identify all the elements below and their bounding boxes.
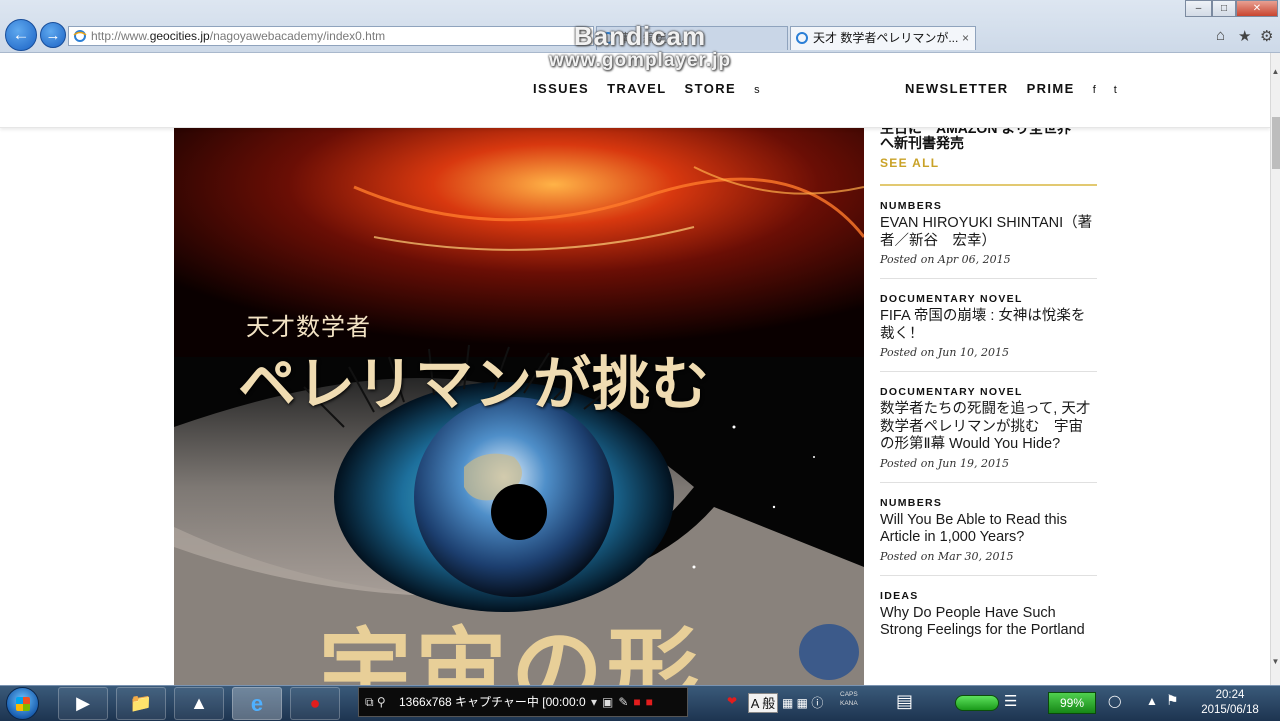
- sidebar-article[interactable]: DOCUMENTARY NOVEL 数学者たちの死闘を追って, 天才数学者ペレリ…: [880, 372, 1097, 483]
- network-icon[interactable]: ☰: [1004, 692, 1017, 710]
- promo-title-line2: へ新刊書発売: [880, 135, 964, 151]
- taskbar-internet-explorer[interactable]: e: [232, 687, 282, 720]
- ie-tab-icon: [602, 32, 614, 44]
- tab-editing[interactable]: 集・編集 - ...: [596, 26, 788, 50]
- article-category[interactable]: IDEAS: [880, 590, 1097, 602]
- tab-perelman[interactable]: 天才 数学者ペレリマンが... ×: [790, 26, 976, 50]
- alert-icon[interactable]: ❤: [727, 694, 737, 708]
- article-headline[interactable]: 数学者たちの死闘を追って, 天才数学者ペレリマンが挑む 宇宙の形第Ⅱ幕 Woul…: [880, 401, 1097, 454]
- sidebar-article[interactable]: IDEAS Why Do People Have Such Strong Fee…: [880, 576, 1097, 652]
- url-domain: geocities.jp: [149, 29, 210, 43]
- nav-issues[interactable]: ISSUES: [533, 81, 589, 96]
- clock-date: 2015/06/18: [1201, 704, 1259, 716]
- show-hidden-icons[interactable]: ▲: [1146, 694, 1158, 708]
- back-button[interactable]: ←: [5, 19, 37, 51]
- browser-chrome: ← → http://www.geocities.jp/nagoyawebaca…: [0, 0, 1280, 53]
- sidebar-article[interactable]: NUMBERS Will You Be Able to Read this Ar…: [880, 483, 1097, 576]
- article-date: Posted on Mar 30, 2015: [880, 549, 1014, 563]
- page-scrollbar[interactable]: ▲ ▼: [1270, 53, 1280, 685]
- address-bar[interactable]: http://www.geocities.jp/nagoyawebacademy…: [68, 26, 594, 46]
- web-page: ISSUES TRAVEL STORE s NEWSLETTER PRIME f t: [0, 53, 1270, 685]
- minimize-button[interactable]: –: [1185, 0, 1212, 17]
- start-button[interactable]: [6, 687, 39, 720]
- taskbar-app[interactable]: ▲: [174, 687, 224, 720]
- nav-extra[interactable]: s: [754, 84, 760, 96]
- article-sidebar: 生日に AMAZON より全世界 へ新刊書発売 SEE ALL NUMBERS …: [880, 121, 1097, 652]
- caps-kana-indicator: CAPS KANA: [840, 690, 858, 708]
- home-icon[interactable]: ⌂: [1216, 27, 1225, 44]
- internet-explorer-icon: e: [250, 690, 264, 716]
- taskbar: ▶ 📁 ▲ e ● ⧉ ⚲ 1366x768 キャプチャー中 [00:00:0 …: [0, 685, 1280, 721]
- ie-page-icon: [73, 30, 87, 42]
- hero-title: ペレリマンが挑む: [238, 350, 711, 418]
- taskbar-explorer[interactable]: 📁: [116, 687, 166, 720]
- media-player-icon: ▶: [76, 693, 90, 713]
- article-category[interactable]: NUMBERS: [880, 200, 1097, 212]
- kana-label: KANA: [840, 700, 858, 707]
- nav-travel[interactable]: TRAVEL: [607, 81, 666, 96]
- action-center-flag-icon[interactable]: ⚑: [1166, 692, 1179, 709]
- article-date: Posted on Apr 06, 2015: [880, 253, 1011, 266]
- article-date: Posted on Jun 19, 2015: [880, 456, 1009, 470]
- secondary-nav: NEWSLETTER PRIME f t: [905, 81, 1135, 96]
- article-headline[interactable]: EVAN HIROYUKI SHINTANI（著者／新谷 宏幸）: [880, 215, 1097, 250]
- site-header: ISSUES TRAVEL STORE s NEWSLETTER PRIME f t: [0, 53, 1270, 128]
- article-category[interactable]: DOCUMENTARY NOVEL: [880, 386, 1097, 398]
- forward-button[interactable]: →: [40, 22, 66, 48]
- tab-label: 天才 数学者ペレリマンが...: [813, 31, 959, 45]
- nav-newsletter[interactable]: NEWSLETTER: [905, 81, 1009, 96]
- clock-time: 20:24: [1215, 689, 1245, 701]
- battery-gauge[interactable]: [955, 695, 999, 711]
- windows-logo-icon: [16, 697, 30, 711]
- stop-record-icon[interactable]: ■: [646, 695, 658, 709]
- ie-tab-icon: [796, 32, 808, 44]
- battery-percent[interactable]: 99%: [1048, 692, 1096, 714]
- network-tray-icon[interactable]: ▤: [896, 691, 913, 712]
- ime-tool-icons[interactable]: ▦ ▦ ⓘ: [782, 694, 823, 711]
- taskbar-bandicam[interactable]: ●: [290, 687, 340, 720]
- taskbar-media-player[interactable]: ▶: [58, 687, 108, 720]
- forward-arrow-icon: →: [45, 26, 61, 44]
- bandicam-toolbar[interactable]: ⧉ ⚲ 1366x768 キャプチャー中 [00:00:0 ▾▣✎■■: [358, 687, 688, 717]
- primary-nav: ISSUES TRAVEL STORE s: [533, 81, 778, 96]
- back-arrow-icon: ←: [12, 25, 30, 44]
- nav-prime[interactable]: PRIME: [1027, 81, 1075, 96]
- caps-label: CAPS: [840, 691, 858, 698]
- url-prefix: http://www.: [91, 29, 150, 43]
- settings-gear-icon[interactable]: ⚙: [1260, 27, 1273, 45]
- bandicam-window-icons[interactable]: ⧉ ⚲: [365, 688, 386, 716]
- sidebar-article[interactable]: NUMBERS EVAN HIROYUKI SHINTANI（著者／新谷 宏幸）…: [880, 186, 1097, 279]
- maximize-button[interactable]: □: [1212, 0, 1236, 17]
- system-clock[interactable]: 20:24 2015/06/18: [1190, 688, 1270, 718]
- record-icon: ●: [309, 693, 321, 713]
- app-icon: ▲: [190, 693, 208, 713]
- favorites-star-icon[interactable]: ★: [1238, 27, 1251, 45]
- nav-store[interactable]: STORE: [685, 81, 737, 96]
- bandicam-controls[interactable]: ▾▣✎■■: [591, 688, 658, 716]
- ime-mode-button[interactable]: A 般: [748, 693, 778, 713]
- article-category[interactable]: NUMBERS: [880, 497, 1097, 509]
- see-all-link[interactable]: SEE ALL: [880, 156, 1097, 170]
- hero-image[interactable]: 天才数学者 ペレリマンが挑む 宇宙の形: [174, 127, 864, 685]
- article-headline[interactable]: FIFA 帝国の崩壊 : 女神は悅楽を裁く！: [880, 308, 1097, 343]
- scroll-thumb[interactable]: [1272, 117, 1280, 169]
- folder-icon: 📁: [129, 693, 153, 713]
- sidebar-article[interactable]: DOCUMENTARY NOVEL FIFA 帝国の崩壊 : 女神は悅楽を裁く！…: [880, 279, 1097, 372]
- article-date: Posted on Jun 10, 2015: [880, 346, 1009, 359]
- close-window-button[interactable]: ✕: [1236, 0, 1278, 17]
- twitter-icon[interactable]: t: [1114, 84, 1117, 96]
- url-path: /nagoyawebacademy/index0.htm: [209, 29, 386, 43]
- facebook-icon[interactable]: f: [1093, 84, 1096, 96]
- article-headline[interactable]: Why Do People Have Such Strong Feelings …: [880, 605, 1097, 640]
- tab-close-button[interactable]: ×: [962, 27, 969, 49]
- scroll-up-icon[interactable]: ▲: [1271, 67, 1280, 76]
- capture-status: 1366x768 キャプチャー中 [00:00:0: [399, 695, 586, 709]
- tab-label: 集・編集 - ...: [619, 31, 688, 45]
- article-headline[interactable]: Will You Be Able to Read this Article in…: [880, 512, 1097, 547]
- pause-record-icon[interactable]: ■: [633, 695, 645, 709]
- hero-big-title: 宇宙の形: [319, 617, 704, 685]
- power-icon[interactable]: ◯: [1108, 694, 1121, 708]
- scroll-down-icon[interactable]: ▼: [1271, 657, 1280, 666]
- article-category[interactable]: DOCUMENTARY NOVEL: [880, 293, 1097, 305]
